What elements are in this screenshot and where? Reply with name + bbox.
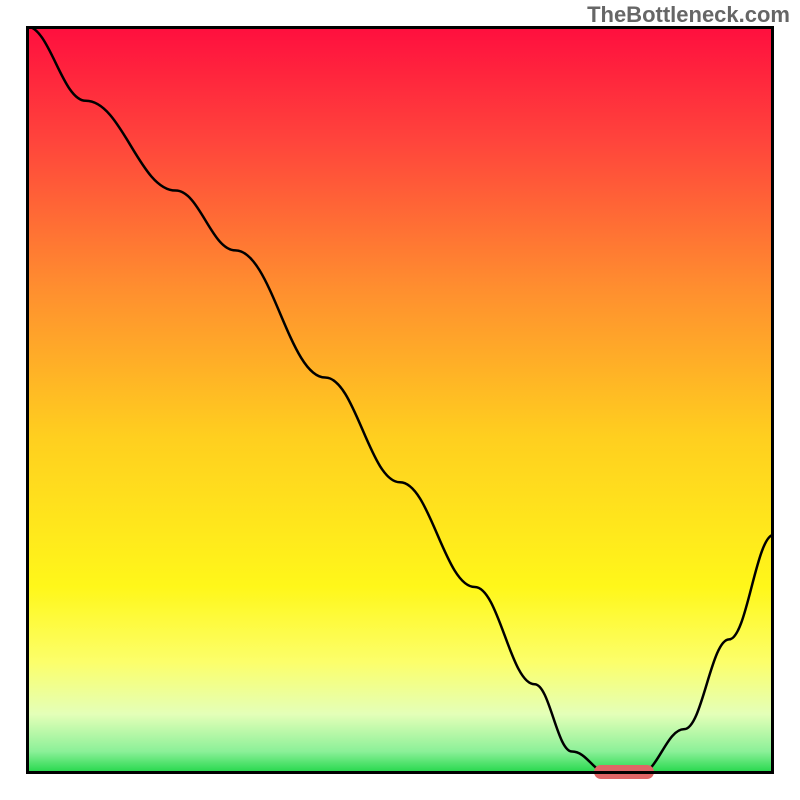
plot-area bbox=[26, 26, 774, 774]
bottleneck-curve bbox=[26, 26, 774, 774]
chart-container: TheBottleneck.com bbox=[0, 0, 800, 800]
optimal-marker bbox=[594, 765, 654, 779]
watermark-text: TheBottleneck.com bbox=[587, 2, 790, 28]
